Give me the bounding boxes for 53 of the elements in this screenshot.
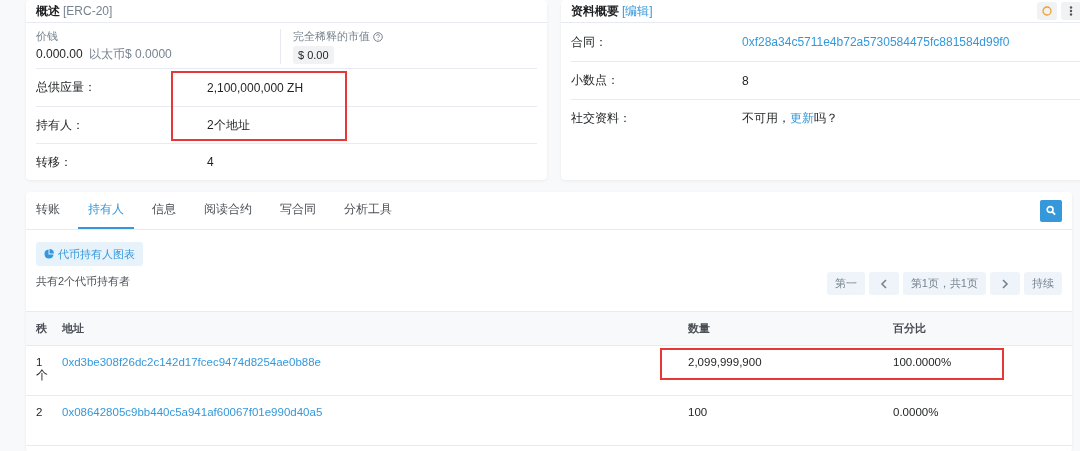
- holder-address-link[interactable]: 0xd3be308f26dc2c142d17fcec9474d8254ae0b88e: [62, 356, 321, 368]
- field-value: 8: [742, 73, 749, 88]
- edit-link[interactable]: [编辑]: [622, 2, 653, 20]
- holders-chart-button[interactable]: 代币持有人图表: [36, 242, 143, 266]
- card-title: 概述: [36, 2, 60, 20]
- rank-cell: 2: [26, 396, 62, 446]
- search-icon: [1046, 205, 1056, 216]
- contract-address-link[interactable]: 0xf28a34c5711e4b72a5730584475fc881584d99f0: [742, 35, 1010, 49]
- column-header: 百分比: [893, 311, 1072, 346]
- first-page-button[interactable]: 第一: [826, 272, 865, 295]
- help-icon[interactable]: [373, 31, 383, 42]
- column-header: 地址: [62, 311, 688, 346]
- holders-count: 共有2个代币持有者: [36, 274, 131, 289]
- card-title: 资料概要: [571, 2, 619, 20]
- field-value: 2,100,000,000 ZH: [207, 80, 304, 95]
- previous-page-button[interactable]: [868, 272, 899, 295]
- tab[interactable]: 转账: [36, 192, 70, 229]
- field-label: 合同：: [571, 33, 607, 51]
- token-standard: [ERC-20]: [63, 4, 113, 18]
- pie-chart-icon: [44, 249, 54, 259]
- quantity-cell: 100: [688, 396, 893, 446]
- tab[interactable]: 信息: [142, 192, 186, 229]
- field-value: 4: [207, 155, 214, 169]
- holder-address-link[interactable]: 0x08642805c9bb440c5a941af60067f01e990d40a5: [62, 406, 323, 418]
- next-page-button[interactable]: [990, 272, 1020, 295]
- chevron-right-icon: [1001, 278, 1009, 289]
- percentage-cell: 0.0000%: [893, 396, 1072, 446]
- field-label: 总供应量：: [36, 79, 96, 96]
- rank-cell: 1 个: [26, 346, 62, 396]
- field-label: 转移：: [36, 153, 72, 171]
- search-button[interactable]: [1040, 199, 1062, 222]
- field-label: 持有人：: [36, 116, 84, 134]
- social-profile-text: 不可用，更新吗？: [742, 110, 838, 127]
- price-value: 0.000.00 以太币$ 0.0000: [36, 46, 173, 63]
- field-label: 社交资料：: [571, 110, 631, 127]
- price-label: 价钱: [36, 29, 59, 44]
- column-header: 秩: [26, 311, 62, 346]
- update-link[interactable]: 更新: [790, 111, 814, 125]
- market-cap-value: $ 0.00: [293, 46, 334, 64]
- percentage-cell: 100.0000%: [893, 346, 1072, 396]
- column-header: 数量: [688, 311, 893, 346]
- market-cap-label: 完全稀释的市值: [293, 29, 370, 44]
- page-indicator[interactable]: 第1页，共1页: [902, 272, 986, 295]
- chevron-left-icon: [880, 278, 888, 289]
- last-page-button[interactable]: 持续: [1024, 272, 1062, 295]
- field-label: 小数点：: [571, 72, 619, 89]
- tab[interactable]: 写合同: [270, 192, 326, 229]
- more-icon[interactable]: [1061, 2, 1080, 20]
- tab[interactable]: 分析工具: [334, 192, 402, 229]
- quantity-cell: 2,099,999,900: [688, 346, 893, 396]
- field-value: 2个地址: [207, 116, 250, 134]
- tab[interactable]: 阅读合约: [194, 192, 262, 229]
- tab[interactable]: 持有人: [78, 192, 134, 229]
